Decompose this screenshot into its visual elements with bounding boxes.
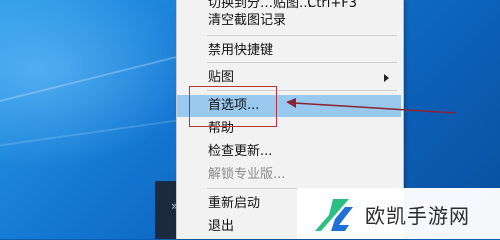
watermark-logo-icon: [315, 199, 353, 231]
watermark-text: 欧凯手游网: [365, 204, 470, 228]
menu-item-label: 禁用快捷键: [208, 43, 274, 58]
menu-item-unlock-pro: 解锁专业版...: [177, 164, 401, 186]
menu-item-label: 贴图: [208, 70, 235, 85]
menu-item-label: 退出: [208, 219, 235, 234]
menu-item-label: 清空截图记录: [208, 13, 287, 28]
menu-item-disable-hotkeys[interactable]: 禁用快捷键: [177, 40, 401, 62]
watermark-logo: 欧凯手游网: [297, 188, 500, 239]
menu-item-label: 解锁专业版...: [208, 167, 286, 182]
menu-item-label: 重新启动: [208, 196, 261, 211]
menu-item-label: 检查更新...: [208, 144, 273, 159]
menu-item-check-updates[interactable]: 检查更新...: [177, 141, 401, 163]
submenu-arrow-icon: [384, 74, 389, 82]
menu-item-clear-history[interactable]: 清空截图记录: [177, 10, 401, 32]
annotation-highlight-box: [189, 86, 277, 127]
menu-separator: [207, 35, 397, 36]
menu-separator: [207, 62, 397, 63]
